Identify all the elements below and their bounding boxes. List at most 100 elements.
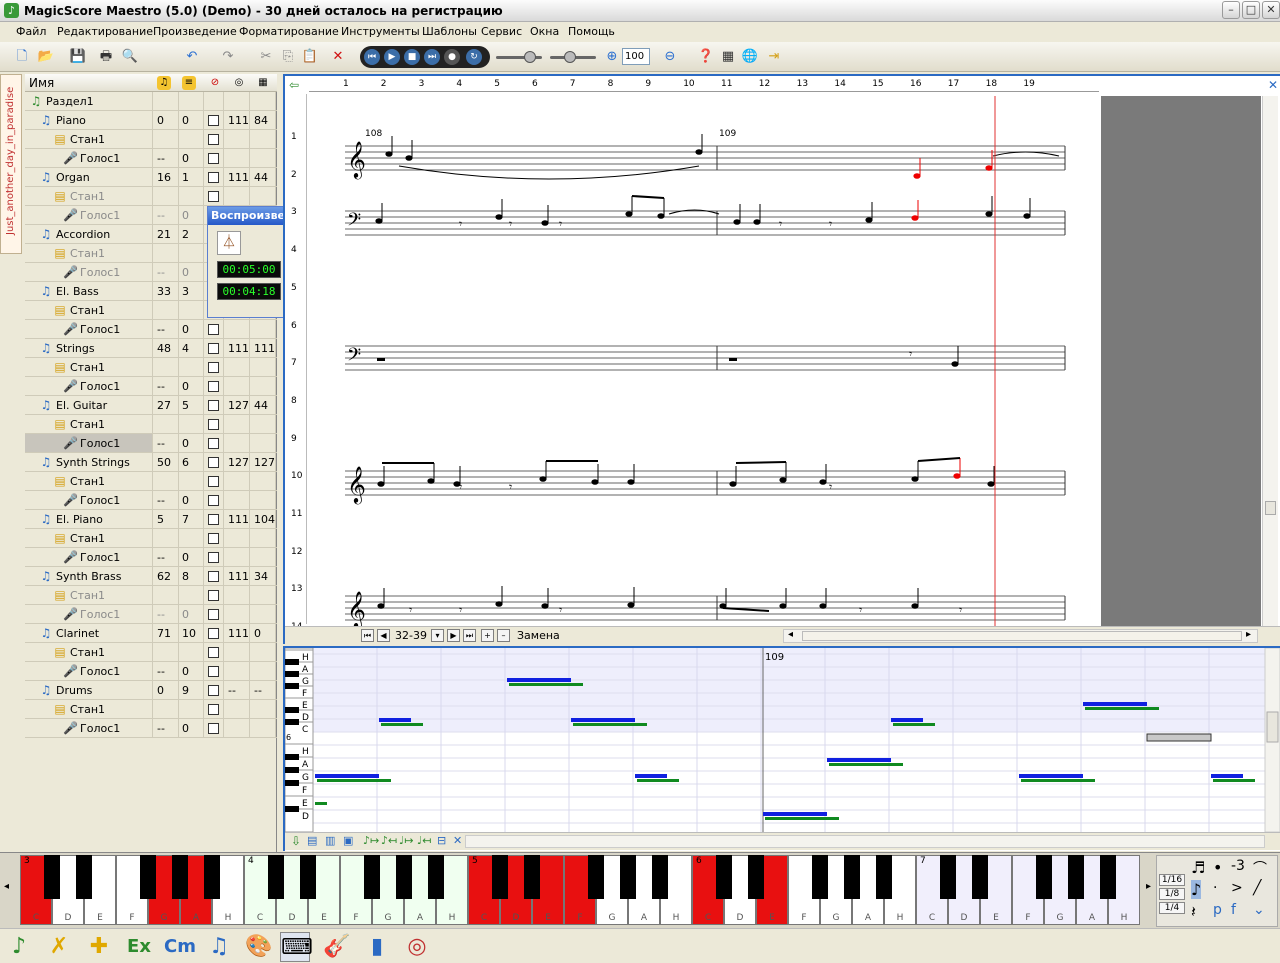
roll-note-blue[interactable]	[379, 718, 411, 722]
program-cell[interactable]: 16	[157, 171, 171, 184]
mute-checkbox[interactable]	[208, 609, 219, 620]
black-key[interactable]	[748, 855, 764, 899]
tree-name-cell[interactable]: ▤ Стан1	[25, 643, 153, 661]
pan-cell[interactable]: 44	[254, 171, 268, 184]
redo-icon[interactable]: ↷	[218, 47, 238, 67]
undo-icon[interactable]: ↶	[182, 47, 202, 67]
tree-name-cell[interactable]: 🎤 Голос1	[25, 434, 153, 452]
tree-row-voice[interactable]: 🎤 Голос1 -- 0	[25, 377, 277, 396]
black-key[interactable]	[620, 855, 636, 899]
tree-name-cell[interactable]: ♫ Synth Brass	[25, 567, 153, 585]
roll-view-icon-3[interactable]: ▣	[343, 834, 353, 847]
volume-cell[interactable]: 111	[228, 342, 249, 355]
mute-checkbox[interactable]	[208, 647, 219, 658]
accent-icon[interactable]: >	[1231, 880, 1243, 896]
mute-checkbox[interactable]	[208, 552, 219, 563]
pan-cell[interactable]: 84	[254, 114, 268, 127]
tree-row-staff[interactable]: ▤ Стан1	[25, 586, 277, 605]
roll-note-blue[interactable]	[891, 718, 923, 722]
program-cell[interactable]: --	[157, 380, 165, 393]
black-key[interactable]	[300, 855, 316, 899]
menu-tools[interactable]: Инструменты	[341, 25, 420, 38]
program-cell[interactable]: --	[157, 266, 165, 279]
channel-cell[interactable]: 2	[182, 228, 189, 241]
maximize-button[interactable]: □	[1242, 1, 1260, 19]
mute-checkbox[interactable]	[208, 153, 219, 164]
program-cell[interactable]: --	[157, 665, 165, 678]
next-page-button[interactable]: ▶	[447, 629, 460, 642]
remove-page-button[interactable]: –	[497, 629, 510, 642]
colors-palette-icon[interactable]: 🎨	[244, 932, 274, 962]
tree-row-staff[interactable]: ▤ Стан1	[25, 415, 277, 434]
tree-row-instrument[interactable]: ♫ Synth Brass 62 8 111 34	[25, 567, 277, 586]
program-cell[interactable]: --	[157, 323, 165, 336]
tree-name-cell[interactable]: ▤ Стан1	[25, 130, 153, 148]
volume-cell[interactable]: 111	[228, 114, 249, 127]
black-key[interactable]	[1068, 855, 1084, 899]
menu-format[interactable]: Форматирование	[239, 25, 339, 38]
channel-cell[interactable]: 0	[182, 665, 189, 678]
roll-note-green[interactable]	[829, 763, 903, 766]
volume-cell[interactable]: 111	[228, 627, 249, 640]
tree-row-staff[interactable]: ▤ Стан1	[25, 643, 277, 662]
help-icon[interactable]: ❓	[696, 47, 716, 67]
tree-name-cell[interactable]: ♫ El. Piano	[25, 510, 153, 528]
instrument-column-icon[interactable]: ♫	[157, 76, 171, 90]
tree-name-cell[interactable]: 🎤 Голос1	[25, 320, 153, 338]
tree-row-voice[interactable]: 🎤 Голос1 -- 0	[25, 320, 277, 339]
tree-name-cell[interactable]: 🎤 Голос1	[25, 662, 153, 680]
staccato-icon[interactable]: ·	[1213, 880, 1217, 896]
program-cell[interactable]: --	[157, 722, 165, 735]
mute-column-icon[interactable]: ⊘	[208, 76, 222, 90]
channel-cell[interactable]: 0	[182, 323, 189, 336]
add-palette-icon[interactable]: ✚	[84, 932, 114, 962]
black-key[interactable]	[76, 855, 92, 899]
mute-checkbox[interactable]	[208, 457, 219, 468]
scroll-right-icon[interactable]: ▸	[1246, 629, 1251, 640]
roll-close-icon[interactable]: ✕	[453, 834, 462, 847]
tree-name-cell[interactable]: ▤ Стан1	[25, 415, 153, 433]
tree-row-instrument[interactable]: ♫ Organ 16 1 111 44	[25, 168, 277, 187]
tree-row-section[interactable]: ♫ Раздел1	[25, 92, 277, 111]
mute-checkbox[interactable]	[208, 400, 219, 411]
piano-roll-grid[interactable]: 109HAGFEDC6HAGFED	[285, 648, 1280, 832]
scroll-left-icon[interactable]: ◂	[788, 629, 793, 640]
sixteenth-note-icon[interactable]: ♬	[1191, 858, 1205, 877]
range-dropdown-button[interactable]: ▾	[431, 629, 444, 642]
black-key[interactable]	[524, 855, 540, 899]
mute-checkbox[interactable]	[208, 419, 219, 430]
black-key[interactable]	[812, 855, 828, 899]
score-vertical-scrollbar[interactable]	[1262, 96, 1278, 626]
prev-page-button[interactable]: ◀	[377, 629, 390, 642]
tree-name-cell[interactable]: ♫ Drums	[25, 681, 153, 699]
roll-note-green[interactable]	[765, 817, 839, 820]
pan-cell[interactable]: --	[254, 684, 262, 697]
tree-name-cell[interactable]: 🎤 Голос1	[25, 548, 153, 566]
black-key[interactable]	[1036, 855, 1052, 899]
tree-name-cell[interactable]: ▤ Стан1	[25, 187, 153, 205]
volume-cell[interactable]: 111	[228, 171, 249, 184]
chords-palette-icon[interactable]: ✗	[44, 932, 74, 962]
program-cell[interactable]: 50	[157, 456, 171, 469]
program-cell[interactable]: 62	[157, 570, 171, 583]
program-cell[interactable]: 21	[157, 228, 171, 241]
black-key[interactable]	[428, 855, 444, 899]
metronome-icon[interactable]: ⏃	[217, 231, 241, 255]
save-icon[interactable]: 💾	[68, 47, 88, 67]
program-cell[interactable]: 5	[157, 513, 164, 526]
keyboard-window-icon[interactable]: ▦	[718, 47, 738, 67]
mute-checkbox[interactable]	[208, 685, 219, 696]
channel-cell[interactable]: 8	[182, 570, 189, 583]
score-scroll-thumb[interactable]	[1265, 501, 1276, 515]
open-folder-icon[interactable]: 📂	[36, 47, 56, 67]
black-key[interactable]	[972, 855, 988, 899]
channel-cell[interactable]: 1	[182, 171, 189, 184]
black-key[interactable]	[204, 855, 220, 899]
channel-cell[interactable]: 4	[182, 342, 189, 355]
menu-score[interactable]: Произведение	[153, 25, 237, 38]
zoom-input[interactable]: 100	[622, 48, 650, 65]
volume-cell[interactable]: 111	[228, 570, 249, 583]
mute-checkbox[interactable]	[208, 115, 219, 126]
mute-checkbox[interactable]	[208, 476, 219, 487]
program-cell[interactable]: --	[157, 437, 165, 450]
